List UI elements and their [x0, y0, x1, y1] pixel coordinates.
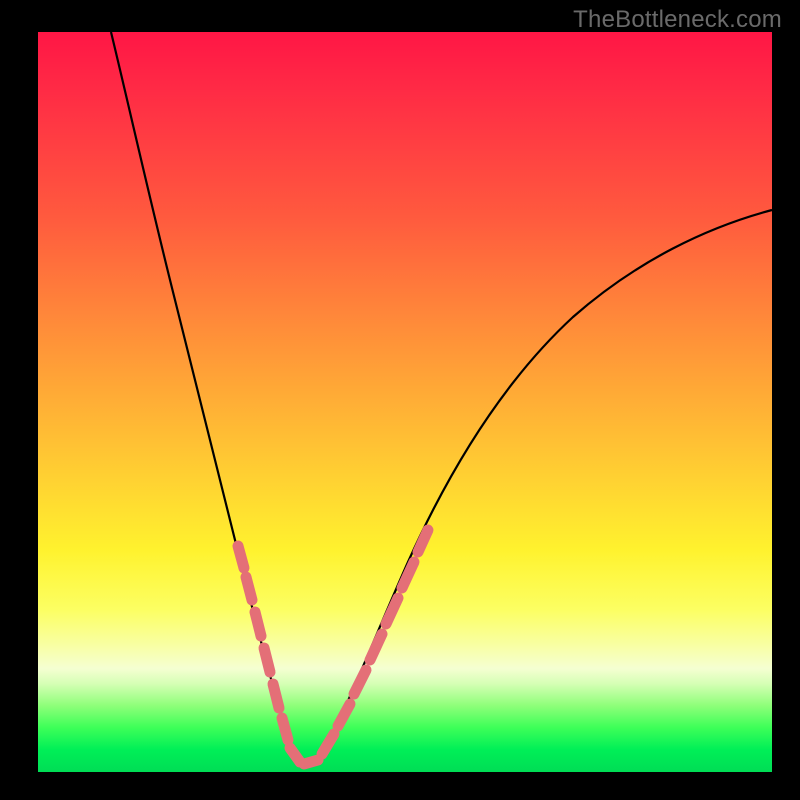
- marker-point: [386, 598, 398, 624]
- marker-point: [338, 704, 350, 726]
- marker-point: [273, 684, 279, 708]
- marker-point: [290, 748, 300, 762]
- marker-point: [354, 670, 366, 694]
- marker-point: [246, 577, 252, 600]
- watermark-text: TheBottleneck.com: [573, 6, 782, 34]
- chart-frame: TheBottleneck.com: [0, 0, 800, 800]
- marker-point: [402, 562, 414, 588]
- plot-area: [38, 32, 772, 772]
- marker-point: [370, 634, 382, 660]
- marker-point: [304, 760, 318, 764]
- marker-point: [282, 718, 288, 740]
- bottleneck-curve: [111, 32, 772, 766]
- marker-point: [264, 648, 270, 672]
- marker-point: [418, 530, 428, 552]
- marker-point: [255, 612, 261, 636]
- marker-point: [238, 546, 244, 568]
- marker-point: [322, 734, 334, 754]
- marker-group: [238, 530, 428, 764]
- curve-layer: [38, 32, 772, 772]
